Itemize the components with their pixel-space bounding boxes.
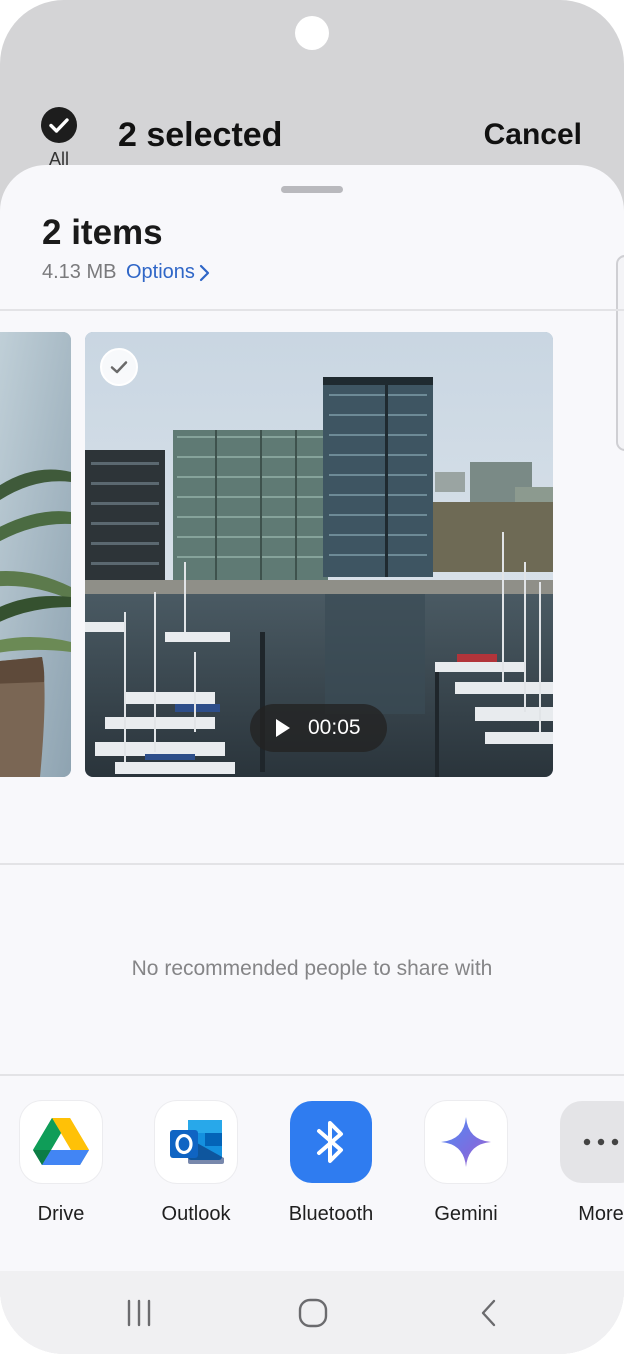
phone-screen: All 2 selected Cancel 2 items 4.13 MB Op…	[0, 0, 624, 1354]
media-thumbnail-photo[interactable]	[0, 332, 71, 777]
selection-check-icon[interactable]	[100, 348, 138, 386]
options-label: Options	[126, 261, 195, 283]
media-thumbnail-video[interactable]: 00:05	[85, 332, 553, 777]
cancel-button[interactable]: Cancel	[484, 118, 582, 152]
plant-photo-image	[0, 332, 71, 777]
share-sheet: 2 items 4.13 MB Options 00:05 No recomme…	[0, 165, 624, 1354]
gemini-icon	[425, 1101, 507, 1183]
system-navigation-bar	[0, 1271, 624, 1354]
back-icon	[481, 1299, 496, 1327]
divider	[0, 863, 624, 865]
selected-count-title: 2 selected	[118, 116, 283, 154]
share-app-label: Outlook	[161, 1203, 231, 1225]
home-button[interactable]	[297, 1297, 329, 1329]
home-icon	[298, 1298, 328, 1328]
select-all-toggle[interactable]: All	[40, 107, 78, 169]
share-app-label: Drive	[37, 1203, 85, 1225]
no-recommendations-text: No recommended people to share with	[131, 957, 493, 980]
google-drive-icon	[20, 1101, 102, 1183]
edge-panel-handle[interactable]	[616, 255, 624, 451]
recents-icon	[127, 1299, 151, 1327]
bluetooth-icon	[290, 1101, 372, 1183]
video-duration-badge[interactable]: 00:05	[250, 704, 387, 752]
total-size: 4.13 MB	[42, 261, 117, 283]
more-icon	[560, 1101, 624, 1183]
chevron-right-icon	[199, 264, 210, 281]
divider	[0, 1074, 624, 1076]
front-camera	[295, 16, 329, 50]
share-apps-row: Drive Outlook Bluetooth Gemini More	[0, 1101, 624, 1271]
share-app-label: Bluetooth	[288, 1203, 374, 1225]
back-button[interactable]	[473, 1297, 505, 1329]
share-app-bluetooth[interactable]: Bluetooth	[266, 1101, 396, 1241]
items-count-title: 2 items	[42, 213, 163, 252]
recent-apps-button[interactable]	[123, 1297, 155, 1329]
share-app-outlook[interactable]: Outlook	[131, 1101, 261, 1241]
video-duration: 00:05	[308, 716, 361, 739]
share-app-more[interactable]: More	[536, 1101, 624, 1241]
share-app-drive[interactable]: Drive	[0, 1101, 126, 1241]
share-app-label: Gemini	[434, 1203, 498, 1225]
options-link[interactable]: Options	[126, 261, 211, 284]
outlook-icon	[155, 1101, 237, 1183]
drag-handle[interactable]	[281, 186, 343, 193]
share-app-gemini[interactable]: Gemini	[401, 1101, 531, 1241]
play-icon	[276, 719, 290, 737]
share-app-label: More	[578, 1203, 624, 1225]
divider	[0, 309, 624, 311]
check-circle-icon	[41, 107, 77, 143]
